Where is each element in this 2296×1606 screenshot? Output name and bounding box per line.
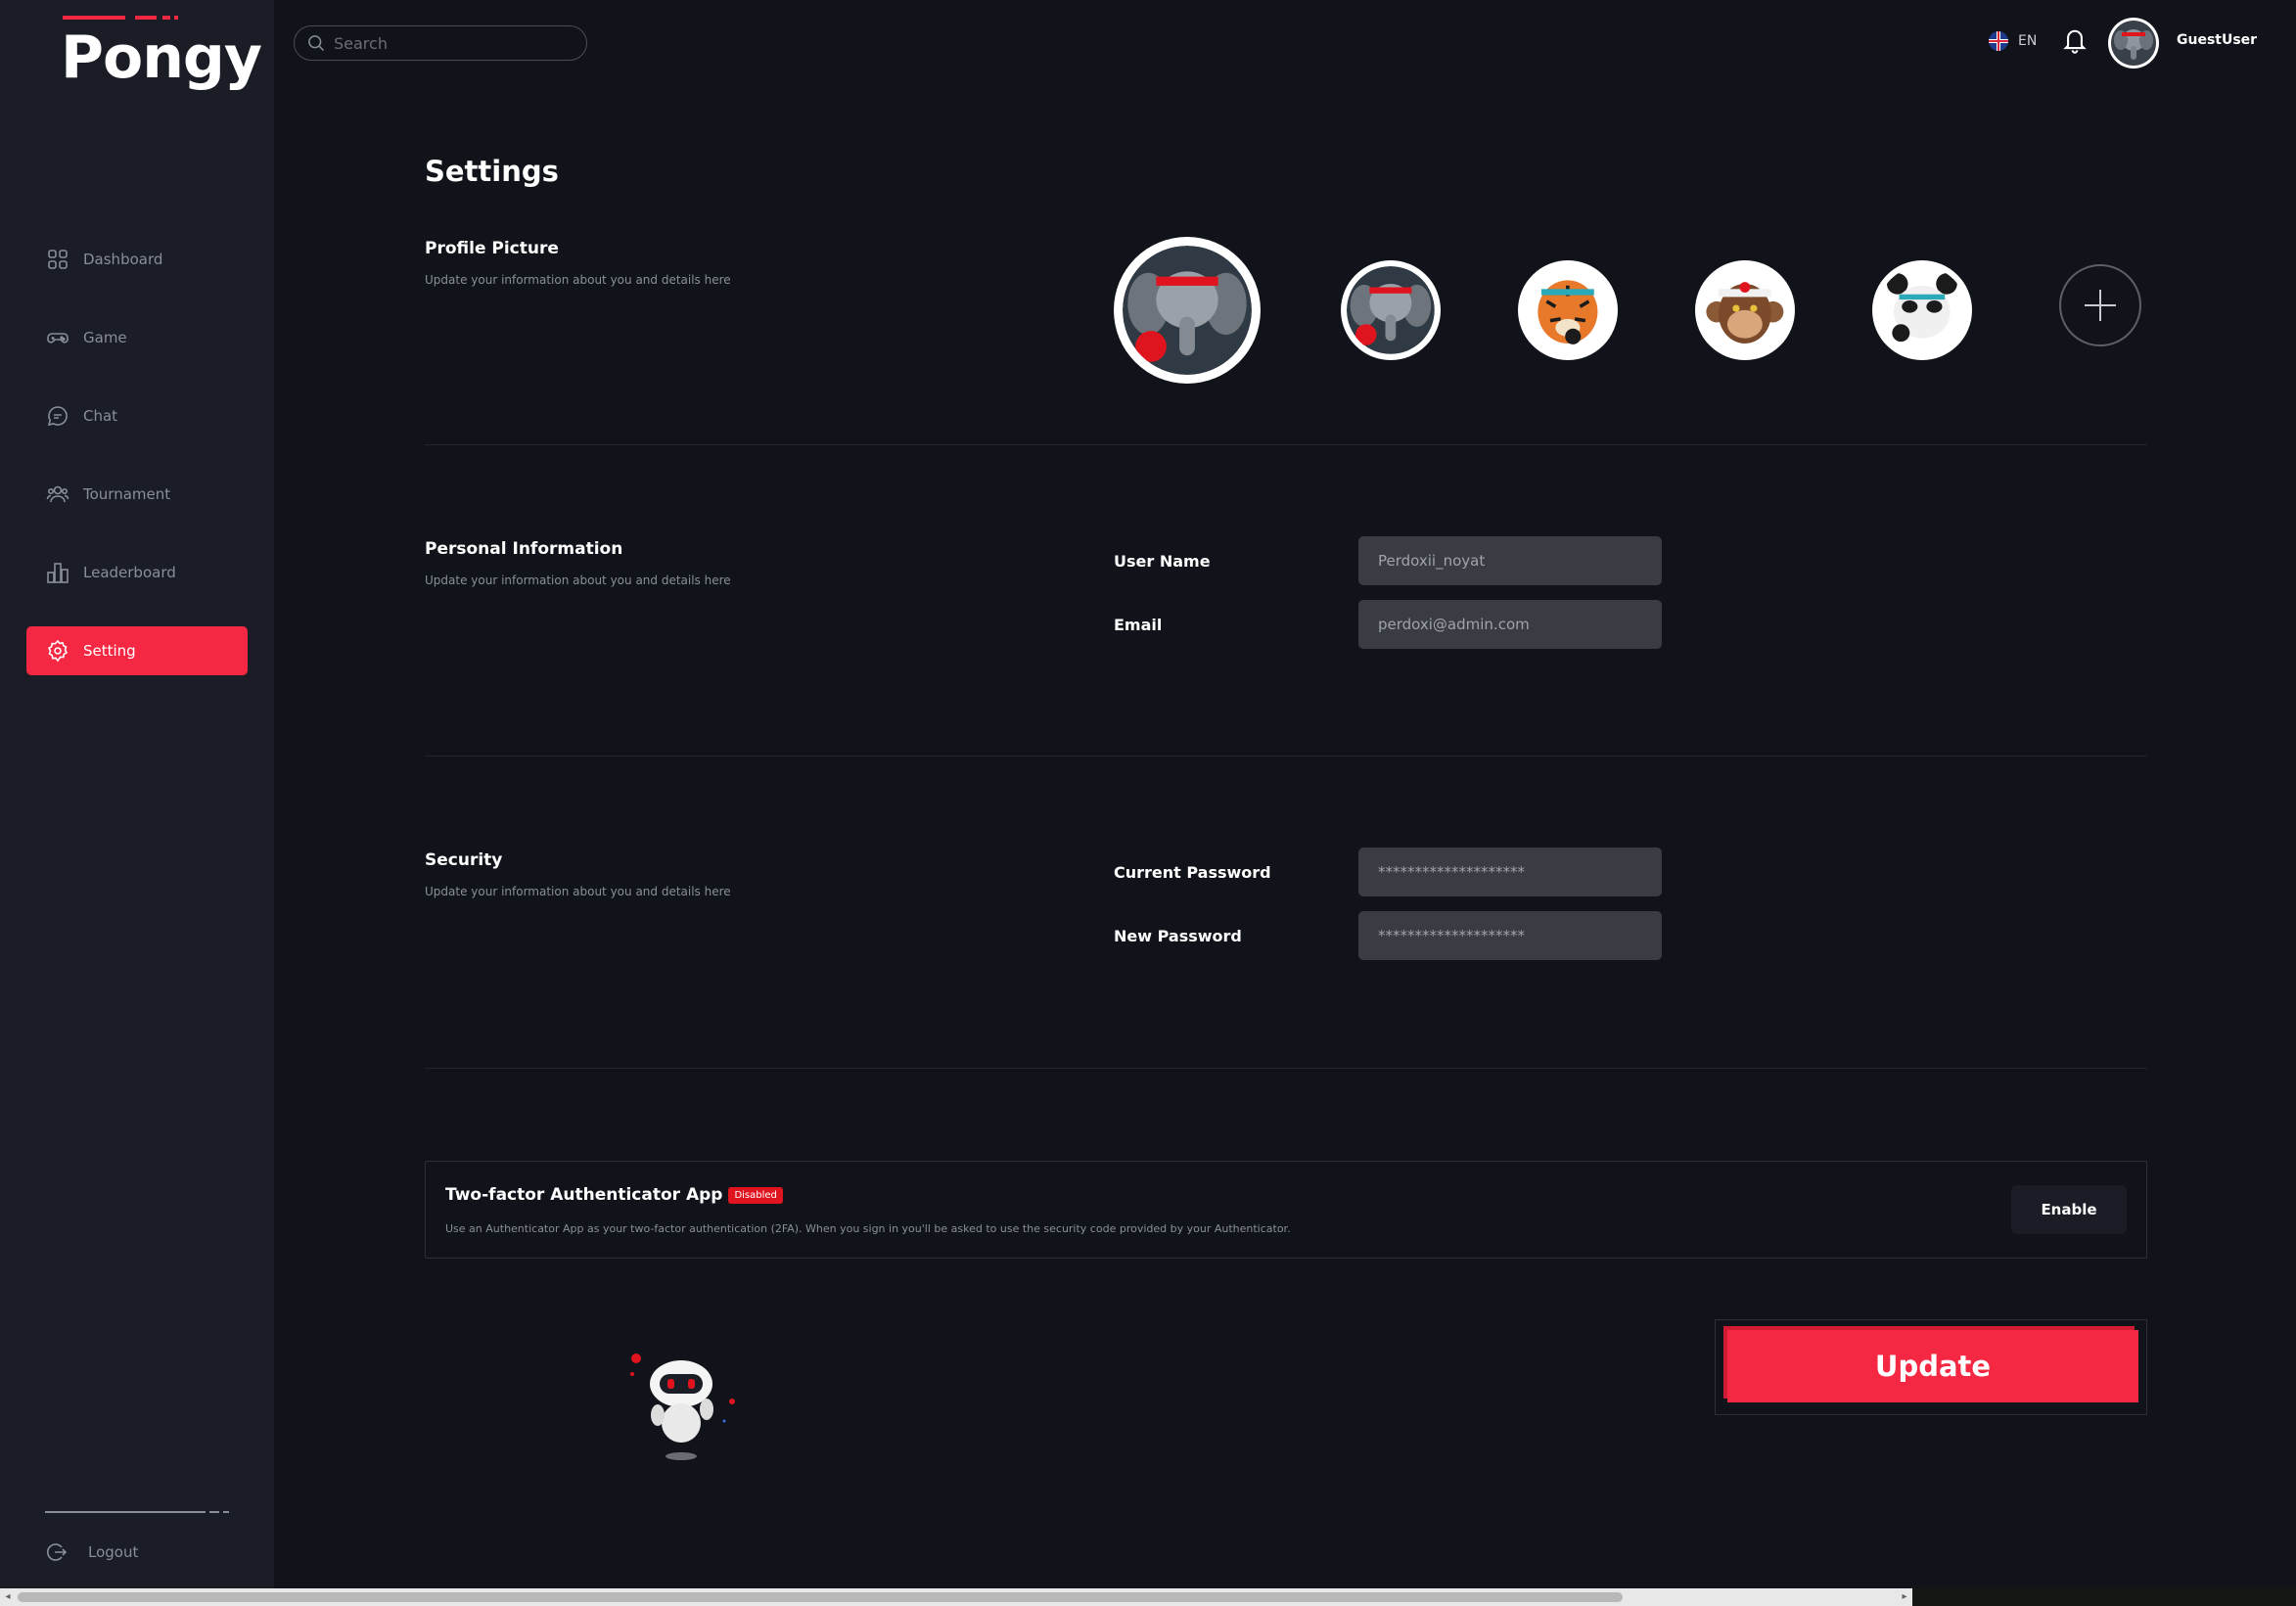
logo-bars bbox=[63, 16, 178, 21]
username[interactable]: GuestUser bbox=[2177, 32, 2257, 48]
scrollbar-corner bbox=[1912, 1588, 2296, 1606]
bar-chart-icon bbox=[46, 561, 69, 584]
horizontal-scrollbar[interactable]: ◂ ▸ bbox=[0, 1588, 1912, 1606]
sidebar-item-leaderboard[interactable]: Leaderboard bbox=[26, 548, 248, 597]
username-label: User Name bbox=[1114, 552, 1211, 571]
sidebar-nav: Dashboard Game Chat Tournament Leaderboa… bbox=[26, 235, 248, 705]
robot-illustration bbox=[619, 1345, 746, 1472]
logo-text: Pongy bbox=[61, 23, 262, 92]
elephant-avatar-icon bbox=[1347, 266, 1435, 354]
security-title: Security bbox=[425, 850, 503, 870]
current-password-label: Current Password bbox=[1114, 863, 1271, 882]
avatar[interactable] bbox=[2108, 18, 2159, 69]
security-desc: Update your information about you and de… bbox=[425, 885, 731, 898]
language-label: EN bbox=[2018, 33, 2038, 49]
sidebar-item-tournament[interactable]: Tournament bbox=[26, 470, 248, 519]
username-field[interactable] bbox=[1358, 536, 1662, 585]
profile-picture-desc: Update your information about you and de… bbox=[425, 273, 731, 287]
avatar-picker bbox=[1114, 235, 2151, 391]
sidebar-item-label: Game bbox=[83, 329, 127, 346]
elephant-avatar-icon bbox=[1123, 246, 1252, 375]
status-badge: Disabled bbox=[728, 1186, 783, 1204]
notification-bell-icon[interactable] bbox=[2061, 25, 2089, 55]
search-icon bbox=[308, 35, 325, 52]
sidebar-item-setting[interactable]: Setting bbox=[26, 626, 248, 675]
logo[interactable]: Pongy bbox=[61, 16, 262, 94]
uk-flag-icon bbox=[1989, 31, 2008, 51]
two-factor-desc: Use an Authenticator App as your two-fac… bbox=[445, 1222, 1291, 1235]
sidebar-item-game[interactable]: Game bbox=[26, 313, 248, 362]
divider bbox=[425, 756, 2147, 757]
two-factor-card: Two-factor Authenticator App Disabled Us… bbox=[425, 1161, 2147, 1259]
new-password-field[interactable] bbox=[1358, 911, 1662, 960]
tiger-avatar-icon bbox=[1524, 266, 1612, 354]
email-label: Email bbox=[1114, 616, 1163, 634]
avatar-option-panda[interactable] bbox=[1872, 260, 1972, 360]
add-avatar-button[interactable] bbox=[2059, 264, 2141, 346]
sidebar-item-label: Setting bbox=[83, 642, 136, 660]
new-password-label: New Password bbox=[1114, 927, 1242, 945]
personal-info-title: Personal Information bbox=[425, 539, 623, 559]
divider bbox=[425, 1068, 2147, 1069]
language-selector[interactable]: EN bbox=[1989, 31, 2037, 51]
email-field[interactable] bbox=[1358, 600, 1662, 649]
divider bbox=[425, 444, 2147, 445]
avatar-option-tiger[interactable] bbox=[1518, 260, 1618, 360]
sidebar-item-chat[interactable]: Chat bbox=[26, 391, 248, 440]
update-button[interactable]: Update bbox=[1727, 1330, 2138, 1402]
monkey-avatar-icon bbox=[1701, 266, 1789, 354]
sidebar-item-label: Leaderboard bbox=[83, 564, 176, 581]
logout-icon bbox=[47, 1543, 68, 1561]
sidebar: Pongy Dashboard Game Chat Tournament Lea… bbox=[0, 0, 274, 1588]
scroll-right-arrow-icon[interactable]: ▸ bbox=[1899, 1591, 1910, 1603]
gamepad-icon bbox=[46, 326, 69, 349]
scroll-left-arrow-icon[interactable]: ◂ bbox=[2, 1591, 14, 1603]
search-bar[interactable] bbox=[294, 25, 587, 61]
page-title: Settings bbox=[425, 155, 559, 188]
search-input[interactable] bbox=[334, 33, 569, 53]
avatar-option-elephant-selected[interactable] bbox=[1114, 237, 1261, 384]
scrollbar-thumb[interactable] bbox=[18, 1592, 1623, 1602]
current-password-field[interactable] bbox=[1358, 848, 1662, 896]
personal-info-desc: Update your information about you and de… bbox=[425, 574, 731, 587]
sidebar-item-dashboard[interactable]: Dashboard bbox=[26, 235, 248, 284]
grid-icon bbox=[46, 248, 69, 271]
gear-icon bbox=[46, 639, 69, 663]
sidebar-divider bbox=[45, 1511, 229, 1514]
two-factor-heading: Two-factor Authenticator App Disabled bbox=[445, 1185, 783, 1205]
sidebar-item-label: Tournament bbox=[83, 485, 171, 503]
two-factor-title: Two-factor Authenticator App bbox=[445, 1185, 723, 1205]
update-button-frame: Update bbox=[1715, 1319, 2147, 1415]
profile-picture-title: Profile Picture bbox=[425, 239, 559, 258]
enable-2fa-button[interactable]: Enable bbox=[2011, 1185, 2127, 1234]
avatar-option-monkey[interactable] bbox=[1695, 260, 1795, 360]
chat-icon bbox=[46, 404, 69, 428]
logout-button[interactable]: Logout bbox=[45, 1538, 138, 1566]
logout-label: Logout bbox=[88, 1543, 139, 1561]
sidebar-item-label: Dashboard bbox=[83, 251, 163, 268]
users-icon bbox=[46, 482, 69, 506]
panda-avatar-icon bbox=[1878, 266, 1966, 354]
plus-icon bbox=[2085, 290, 2116, 321]
avatar-option-elephant[interactable] bbox=[1341, 260, 1441, 360]
sidebar-item-label: Chat bbox=[83, 407, 118, 425]
